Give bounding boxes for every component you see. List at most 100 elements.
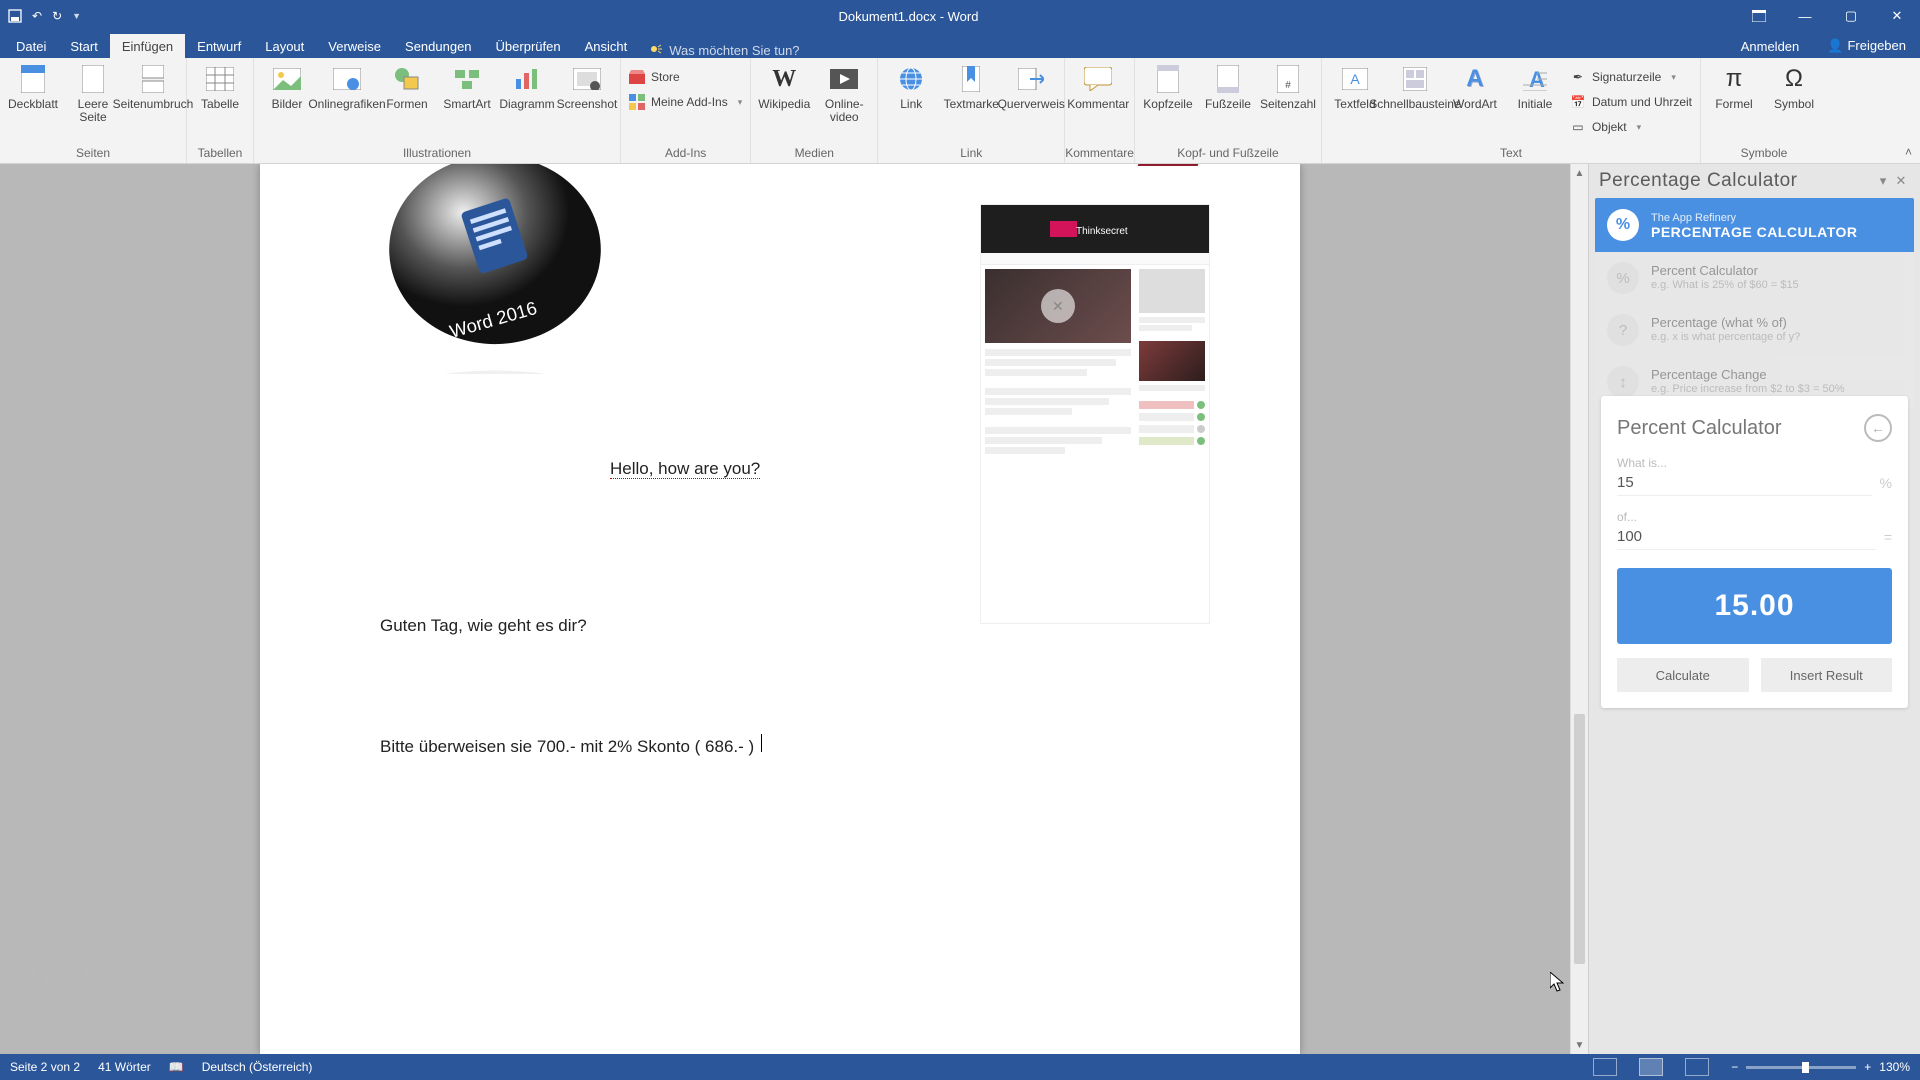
title-bar: ↶ ↻ ▼ Dokument1.docx - Word — ▢ ✕ [0,0,1920,32]
doc-text-hello: Hello, how are you? [610,459,760,479]
objekt-button[interactable]: ▭Objekt▾ [1568,116,1694,138]
group-illustrationen: Bilder Onlinegrafiken Formen SmartArt Di… [254,58,621,163]
onlinevideo-button[interactable]: Online-video [817,62,871,140]
option-percent-calculator[interactable]: % Percent Calculatore.g. What is 25% of … [1595,252,1914,304]
signaturzeile-button[interactable]: ✒Signaturzeile▾ [1568,66,1694,88]
schnellbausteine-button[interactable]: Schnellbausteine [1388,62,1442,140]
read-mode-view[interactable] [1593,1058,1617,1076]
of-input[interactable] [1617,524,1876,550]
change-icon: ↕ [1607,366,1639,398]
initiale-button[interactable]: AInitiale [1508,62,1562,140]
document-area[interactable]: Word 2016 Hello, how are you? Guten Tag,… [0,164,1570,1054]
diagramm-button[interactable]: Diagramm [500,62,554,140]
undo-icon[interactable]: ↶ [32,9,42,23]
tab-einfuegen[interactable]: Einfügen [110,34,185,58]
signature-icon: ✒ [1570,69,1586,85]
group-tabellen: Tabelle Tabellen [187,58,254,163]
word-logo-image: Word 2016 [380,164,610,374]
tabelle-button[interactable]: Tabelle [193,62,247,140]
question-icon: ? [1607,314,1639,346]
zoom-slider[interactable] [1746,1066,1856,1069]
insert-result-button[interactable]: Insert Result [1761,658,1893,692]
tab-entwurf[interactable]: Entwurf [185,34,253,58]
doc-text-guten: Guten Tag, wie geht es dir? [380,616,587,636]
kopfzeile-button[interactable]: Kopfzeile [1141,62,1195,140]
tab-datei[interactable]: Datei [4,34,58,58]
textmarke-button[interactable]: Textmarke [944,62,998,140]
symbol-button[interactable]: ΩSymbol [1767,62,1821,140]
sign-in-button[interactable]: Anmelden [1727,35,1814,58]
calculate-button[interactable]: Calculate [1617,658,1749,692]
store-button[interactable]: Store [627,66,744,88]
ribbon-tabs: Datei Start Einfügen Entwurf Layout Verw… [0,32,1920,58]
spellcheck-icon[interactable]: 📖 [169,1060,184,1074]
collapse-ribbon-icon[interactable]: ˄ [1905,145,1912,159]
print-layout-view[interactable] [1639,1058,1663,1076]
tab-layout[interactable]: Layout [253,34,316,58]
kommentar-button[interactable]: Kommentar [1071,62,1125,140]
back-button[interactable]: ← [1864,414,1892,442]
mouse-cursor-icon [1550,972,1564,992]
group-kommentare: Kommentar Kommentare [1065,58,1135,163]
scroll-up-arrow[interactable]: ▲ [1571,164,1588,182]
web-layout-view[interactable] [1685,1058,1709,1076]
group-seiten: Deckblatt Leere Seite Seitenumbruch Seit… [0,58,187,163]
tab-sendungen[interactable]: Sendungen [393,34,484,58]
addin-vendor: The App Refinery [1651,211,1858,225]
vertical-scrollbar[interactable]: ▲ ▼ [1570,164,1588,1054]
group-kopf-fusszeile: Kopfzeile Fußzeile #Seitenzahl Kopf- und… [1135,58,1322,163]
tab-ansicht[interactable]: Ansicht [573,34,640,58]
status-words[interactable]: 41 Wörter [98,1060,151,1074]
scroll-thumb[interactable] [1574,714,1585,964]
pane-options-icon[interactable]: ▾ [1874,173,1892,189]
decorative-ribbon-graphic [1138,164,1207,166]
zoom-in-button[interactable]: + [1864,1060,1871,1074]
calc-result: 15.00 [1617,568,1892,644]
seitenumbruch-button[interactable]: Seitenumbruch [126,62,180,140]
share-button[interactable]: 👤Freigeben [1813,34,1920,58]
pane-close-icon[interactable]: ✕ [1892,173,1910,189]
tell-me-search[interactable]: Was möchten Sie tun? [649,43,799,58]
wordart-button[interactable]: AWordArt [1448,62,1502,140]
wikipedia-button[interactable]: WWikipedia [757,62,811,140]
group-text: ATextfeld Schnellbausteine AWordArt AIni… [1322,58,1701,163]
deckblatt-button[interactable]: Deckblatt [6,62,60,140]
link-button[interactable]: Link [884,62,938,140]
pane-title: Percentage Calculator [1599,170,1874,192]
thinksecret-logo [1050,221,1140,237]
screenshot-button[interactable]: Screenshot [560,62,614,140]
querverweis-button[interactable]: Querverweis [1004,62,1058,140]
zoom-out-button[interactable]: − [1731,1060,1738,1074]
formen-button[interactable]: Formen [380,62,434,140]
status-page[interactable]: Seite 2 von 2 [10,1060,80,1074]
whatis-input[interactable] [1617,470,1872,496]
onlinegrafiken-button[interactable]: Onlinegrafiken [320,62,374,140]
tab-start[interactable]: Start [58,34,109,58]
close-button[interactable]: ✕ [1874,0,1920,32]
tell-me-placeholder: Was möchten Sie tun? [669,43,799,58]
tab-ueberpruefen[interactable]: Überprüfen [484,34,573,58]
option-what-percent-of[interactable]: ? Percentage (what % of)e.g. x is what p… [1595,304,1914,356]
formel-button[interactable]: πFormel [1707,62,1761,140]
qat-dropdown-icon[interactable]: ▼ [72,11,81,21]
object-icon: ▭ [1570,119,1586,135]
redo-icon[interactable]: ↻ [52,9,62,23]
seitenzahl-button[interactable]: #Seitenzahl [1261,62,1315,140]
tab-verweise[interactable]: Verweise [316,34,393,58]
fusszeile-button[interactable]: Fußzeile [1201,62,1255,140]
meine-addins-button[interactable]: Meine Add-Ins▾ [627,91,744,113]
task-pane: Percentage Calculator ▾ ✕ % The App Refi… [1588,164,1920,1054]
datum-uhrzeit-button[interactable]: 📅Datum und Uhrzeit [1568,91,1694,113]
zoom-level[interactable]: 130% [1879,1060,1910,1074]
ribbon-display-options-icon[interactable] [1736,0,1782,32]
smartart-button[interactable]: SmartArt [440,62,494,140]
percent-suffix: % [1880,475,1892,491]
maximize-button[interactable]: ▢ [1828,0,1874,32]
minimize-button[interactable]: — [1782,0,1828,32]
group-medien: WWikipedia Online-video Medien [751,58,878,163]
status-language[interactable]: Deutsch (Österreich) [202,1060,313,1074]
bilder-button[interactable]: Bilder [260,62,314,140]
scroll-down-arrow[interactable]: ▼ [1571,1036,1588,1054]
save-icon[interactable] [8,9,22,23]
store-icon [629,69,645,85]
